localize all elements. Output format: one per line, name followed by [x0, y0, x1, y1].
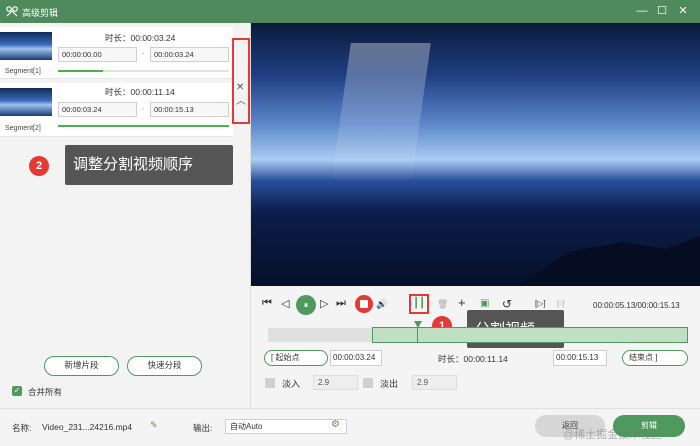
reorder-highlight [232, 38, 250, 124]
segment-duration: 时长：00:00:03.24 [105, 33, 176, 43]
prev-frame-icon[interactable]: ◁ [281, 297, 289, 310]
copy-icon[interactable]: ▣ [480, 298, 489, 309]
move-up-icon[interactable]: ︿ [236, 92, 246, 107]
next-frame-icon[interactable]: ▷ [320, 297, 328, 310]
timeline-selection[interactable] [372, 327, 688, 343]
segment-end-field[interactable]: 00:00:15.13 [150, 102, 229, 117]
minimize-button[interactable]: — [635, 5, 649, 18]
time-separator: - [142, 49, 145, 58]
video-light-ray [331, 43, 431, 183]
fade-out-label: 淡出 [380, 379, 399, 389]
set-start-button[interactable]: [ 起始点 [264, 350, 328, 366]
timeline-playhead[interactable] [414, 321, 422, 328]
segment-duration: 时长：00:00:11.14 [105, 87, 175, 97]
start-time-field[interactable]: 00:00:03.24 [330, 350, 382, 366]
app-logo-icon [6, 6, 18, 17]
jump-start-icon[interactable]: ⏮ [262, 297, 272, 310]
file-name: Video_231...24216.mp4 [42, 422, 133, 432]
segment-start-field[interactable]: 00:00:03.24 [58, 102, 137, 117]
callout-badge-2: 2 [29, 156, 49, 176]
segment-progress [58, 70, 103, 72]
segment-start-field[interactable]: 00:00:00.00 [58, 47, 137, 62]
segment-progress-track [103, 70, 229, 72]
crop-frame-icon[interactable]: [▫] [557, 299, 564, 308]
close-button[interactable]: ✕ [676, 5, 690, 18]
time-readout: 00:00:05.13/00:00:15.13 [593, 301, 680, 310]
fast-split-button[interactable]: 快速分段 [127, 356, 202, 376]
name-label: 名称: [12, 423, 32, 433]
video-preview [251, 23, 700, 286]
callout-reorder: 调整分割视频顺序 [65, 145, 233, 185]
merge-all-checkbox[interactable]: ✓ [12, 386, 22, 396]
maximize-button[interactable]: ☐ [655, 5, 669, 18]
crop-play-icon[interactable]: [▷] [535, 299, 546, 308]
segment-end-field[interactable]: 00:00:03.24 [150, 47, 229, 62]
fade-in-value[interactable]: 2.9 [313, 375, 358, 390]
watermark: @稀土掘金技术社区 [563, 429, 663, 441]
segment-label: Segment[1] [5, 68, 41, 75]
delete-icon[interactable]: 🗑 [437, 299, 448, 310]
segment-item-1[interactable]: Segment[1] 时长：00:00:03.24 00:00:00.00 - … [0, 27, 233, 79]
window-title: 高级剪辑 [22, 8, 59, 18]
volume-icon[interactable]: 🔊 [376, 299, 387, 310]
set-end-button[interactable]: 结束点 ] [622, 350, 688, 366]
output-format-select[interactable]: 自动Auto [225, 419, 347, 434]
gear-icon[interactable]: ⚙ [331, 419, 340, 430]
segment-progress [58, 125, 229, 127]
output-label: 输出: [193, 423, 213, 433]
edit-name-icon[interactable]: ✎ [150, 420, 158, 431]
time-separator: - [142, 104, 145, 113]
fade-out-checkbox[interactable] [363, 378, 373, 388]
add-icon[interactable]: + [458, 295, 466, 310]
segment-label: Segment[2] [5, 125, 41, 132]
jump-end-icon[interactable]: ⏭ [336, 297, 346, 310]
stop-button[interactable] [355, 295, 373, 313]
title-bar: 高级剪辑 — ☐ ✕ [0, 0, 700, 23]
video-landmass [501, 228, 700, 286]
trim-duration: 时长：00:00:11.14 [438, 354, 508, 364]
segment-thumbnail [0, 88, 52, 116]
fade-out-value[interactable]: 2.9 [412, 375, 457, 390]
add-segment-button[interactable]: 新增片段 [44, 356, 119, 376]
undo-icon[interactable]: ↺ [502, 297, 512, 311]
segment-panel [0, 23, 251, 408]
segment-item-2[interactable]: Segment[2] 时长：00:00:11.14 00:00:03.24 - … [0, 83, 233, 137]
fade-in-label: 淡入 [282, 379, 301, 389]
fade-in-checkbox[interactable] [265, 378, 275, 388]
end-time-field[interactable]: 00:00:15.13 [553, 350, 607, 366]
split-icon[interactable]: ┃┃ [413, 299, 425, 309]
segment-thumbnail [0, 32, 52, 60]
merge-all-label: 合并所有 [28, 387, 63, 397]
timeline-playhead-line [417, 328, 418, 342]
pause-button[interactable]: ⏸ [296, 295, 316, 315]
